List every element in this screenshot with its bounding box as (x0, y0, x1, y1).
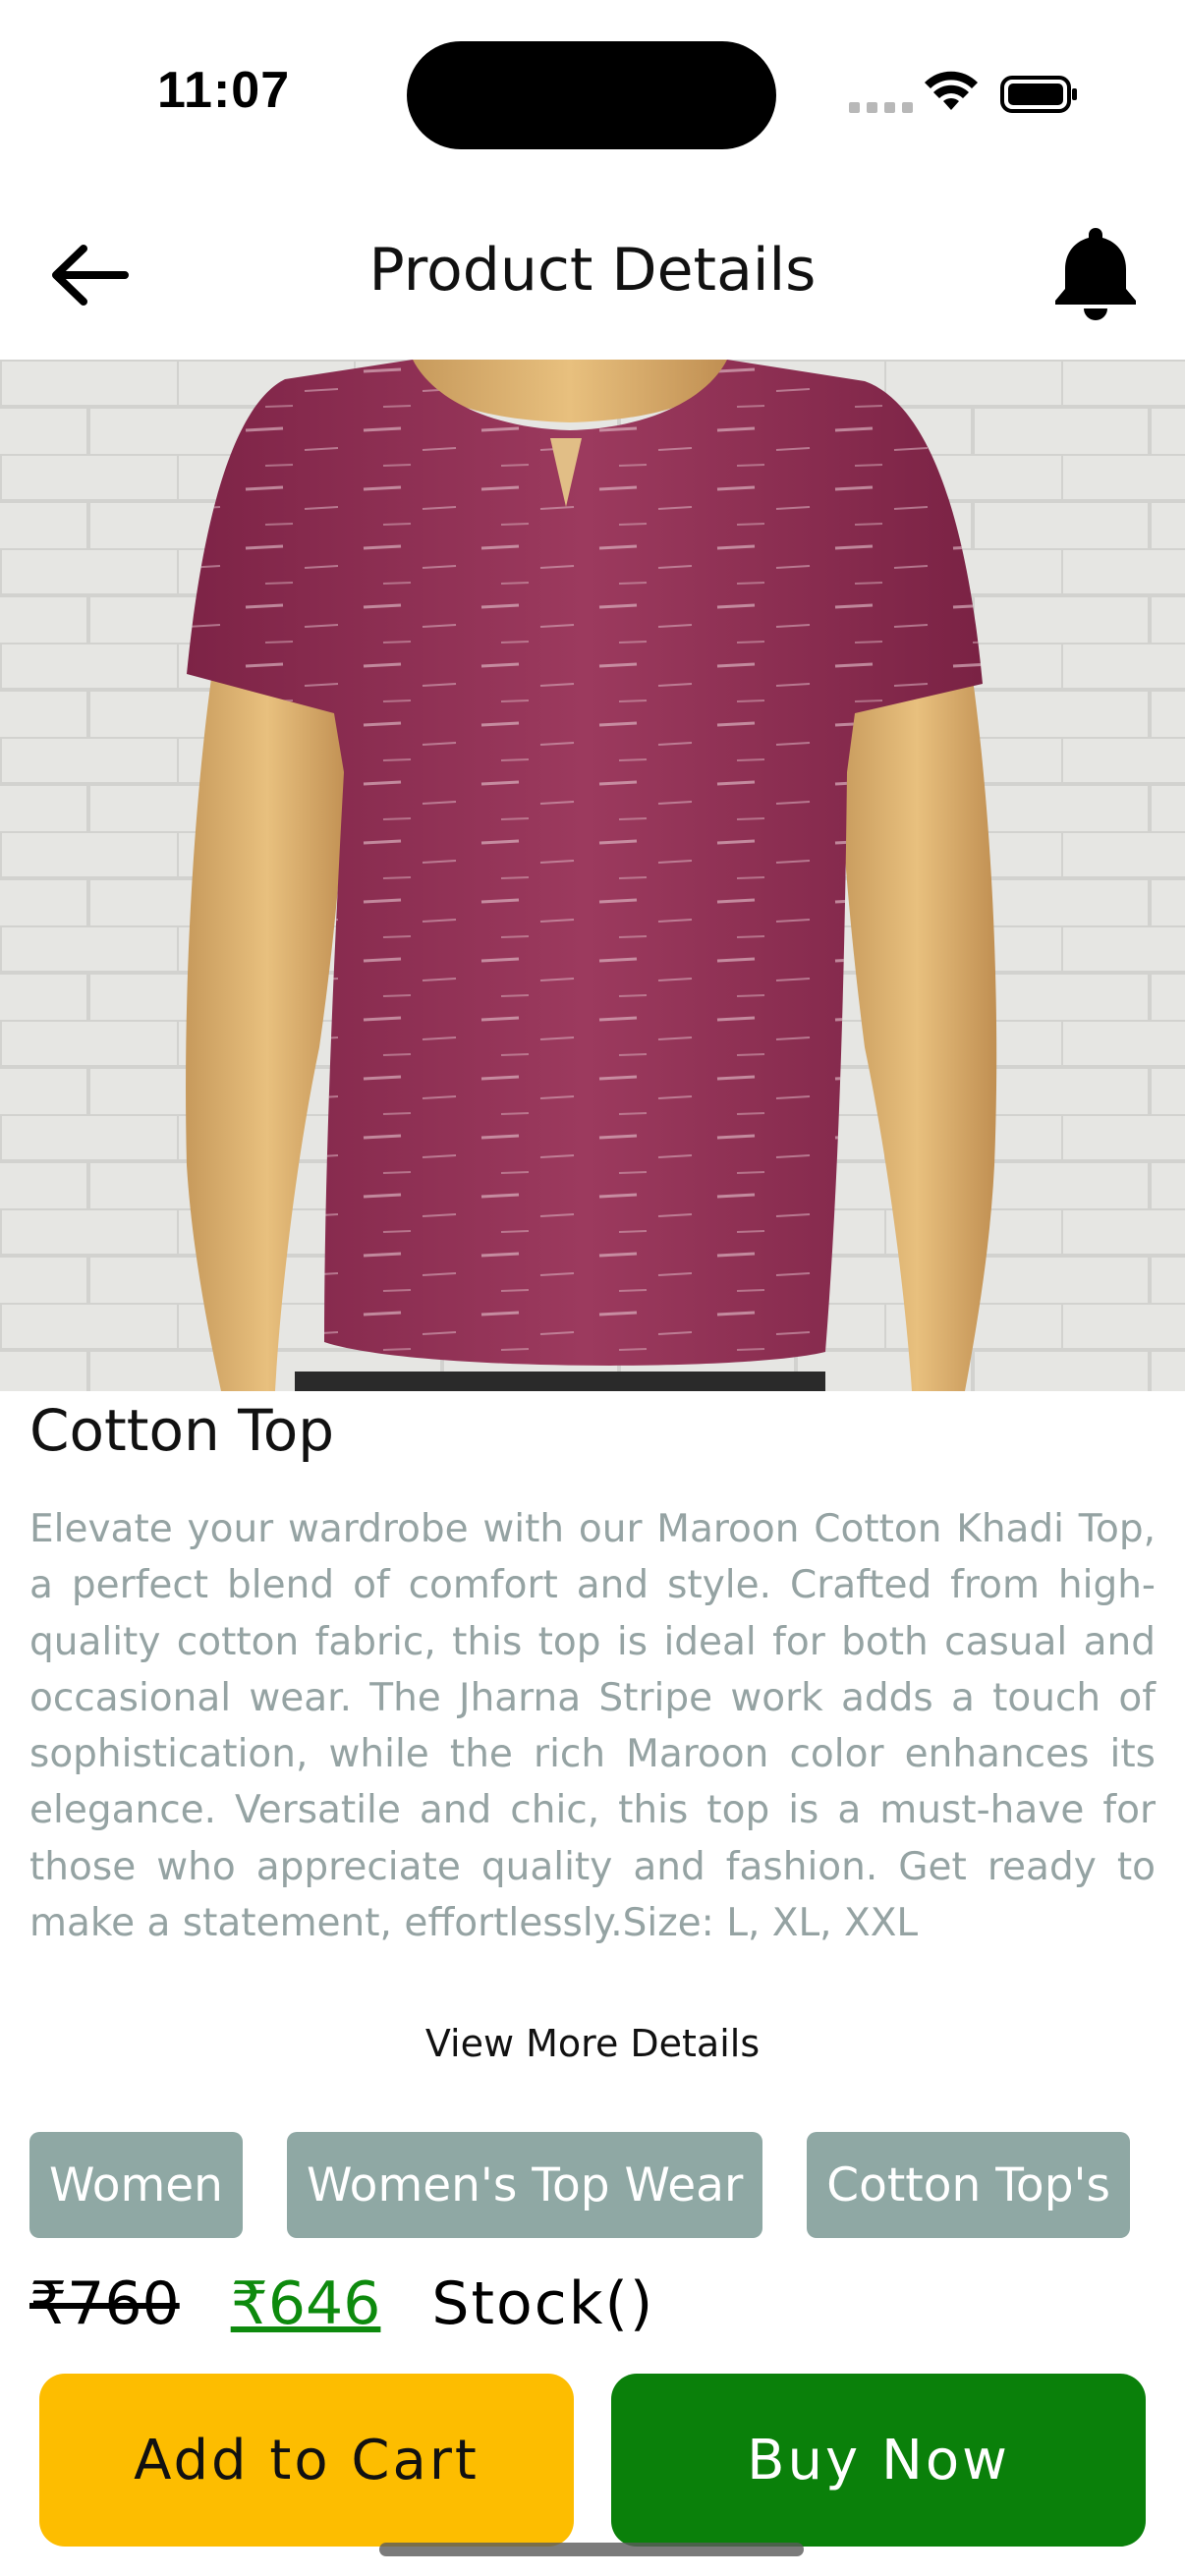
action-bar: Add to Cart Buy Now (39, 2374, 1146, 2547)
product-description: Elevate your wardrobe with our Maroon Co… (29, 1507, 1156, 1946)
stock-label: Stock() (431, 2269, 655, 2338)
product-image (0, 360, 1185, 1391)
status-bar: 11:07 (0, 0, 1185, 187)
app-header: Product Details (0, 196, 1185, 359)
cellular-signal-icon (849, 102, 913, 113)
bell-icon (1055, 228, 1136, 320)
page-title: Product Details (368, 236, 817, 305)
notification-button[interactable] (1042, 218, 1150, 328)
original-price: ₹760 (29, 2269, 180, 2338)
add-to-cart-button[interactable]: Add to Cart (39, 2374, 574, 2547)
buy-now-button[interactable]: Buy Now (611, 2374, 1146, 2547)
wifi-icon (925, 71, 978, 110)
home-indicator[interactable] (379, 2543, 804, 2556)
battery-icon (1000, 76, 1077, 113)
tag-cotton-tops[interactable]: Cotton Top's (807, 2132, 1130, 2238)
category-tags: Women Women's Top Wear Cotton Top's (29, 2132, 1130, 2238)
tag-women[interactable]: Women (29, 2132, 243, 2238)
view-more-details-link[interactable]: View More Details (0, 2022, 1185, 2065)
status-time: 11:07 (157, 62, 291, 119)
product-name: Cotton Top (29, 1397, 335, 1464)
price-row: ₹760 ₹646 Stock() (29, 2269, 654, 2338)
sale-price: ₹646 (230, 2269, 381, 2338)
product-photo (0, 360, 1185, 1391)
tag-womens-top-wear[interactable]: Women's Top Wear (286, 2132, 763, 2238)
dynamic-island (407, 41, 776, 149)
